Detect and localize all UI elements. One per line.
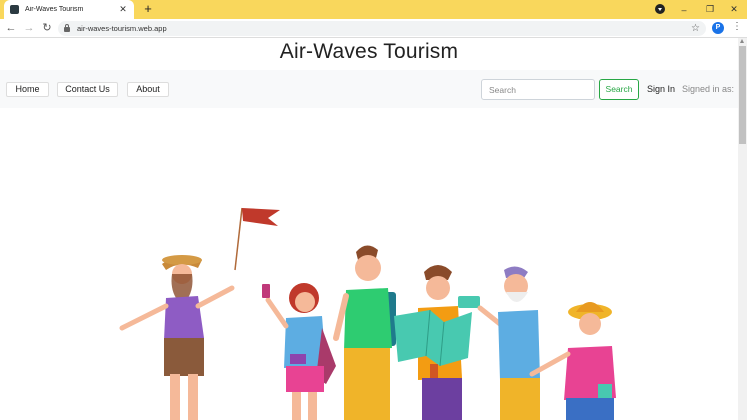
minimize-button[interactable]: – xyxy=(671,0,697,19)
back-arrow-icon[interactable]: ← xyxy=(4,21,18,35)
nav-link-about[interactable]: About xyxy=(127,82,169,97)
new-tab-button[interactable]: + xyxy=(141,2,155,16)
search-button[interactable]: Search xyxy=(599,79,639,100)
woman-with-hat-figure xyxy=(529,302,616,420)
browser-tab[interactable]: Air-Waves Tourism ✕ xyxy=(4,0,134,19)
man-with-map-figure xyxy=(394,265,472,420)
url-text[interactable]: air-waves-tourism.web.app xyxy=(77,24,691,33)
old-man-figure xyxy=(458,266,540,420)
profile-avatar[interactable]: P xyxy=(712,22,724,34)
browser-toolbar: ← → ↻ air-waves-tourism.web.app ☆ P ⋮ xyxy=(0,19,747,38)
signed-in-label: Signed in as: xyxy=(682,84,735,94)
favicon-icon xyxy=(10,5,19,14)
scroll-up-arrow-icon[interactable] xyxy=(740,39,744,43)
man-with-backpack-figure xyxy=(333,245,396,420)
page-viewport: Air-Waves Tourism Home Contact Us About … xyxy=(0,38,738,420)
tab-search-icon[interactable] xyxy=(655,4,665,14)
page-scrollbar[interactable] xyxy=(738,38,747,420)
nav-link-home[interactable]: Home xyxy=(6,82,49,97)
sign-in-link[interactable]: Sign In xyxy=(647,84,675,94)
reload-icon[interactable]: ↻ xyxy=(40,21,54,35)
girl-with-camera-figure xyxy=(262,283,336,420)
forward-arrow-icon[interactable]: → xyxy=(22,21,36,35)
tourists-illustration xyxy=(119,207,616,420)
bookmark-star-icon[interactable]: ☆ xyxy=(691,23,700,34)
site-title: Air-Waves Tourism xyxy=(279,40,459,63)
close-tab-icon[interactable]: ✕ xyxy=(118,4,128,15)
search-input[interactable] xyxy=(481,79,595,100)
navbar: Home Contact Us About Search Sign In Sig… xyxy=(0,70,738,108)
menu-kebab-icon[interactable]: ⋮ xyxy=(732,21,742,32)
window-close-button[interactable]: ✕ xyxy=(721,0,747,19)
nav-link-contact[interactable]: Contact Us xyxy=(57,82,118,97)
tour-guide-figure xyxy=(119,207,280,420)
lock-icon xyxy=(64,24,70,32)
scroll-thumb[interactable] xyxy=(739,46,746,144)
restore-button[interactable]: ❐ xyxy=(697,0,723,19)
browser-tab-strip: Air-Waves Tourism ✕ + – ❐ ✕ xyxy=(0,0,747,19)
tab-title: Air-Waves Tourism xyxy=(25,6,84,13)
address-bar[interactable]: air-waves-tourism.web.app ☆ xyxy=(58,21,706,36)
